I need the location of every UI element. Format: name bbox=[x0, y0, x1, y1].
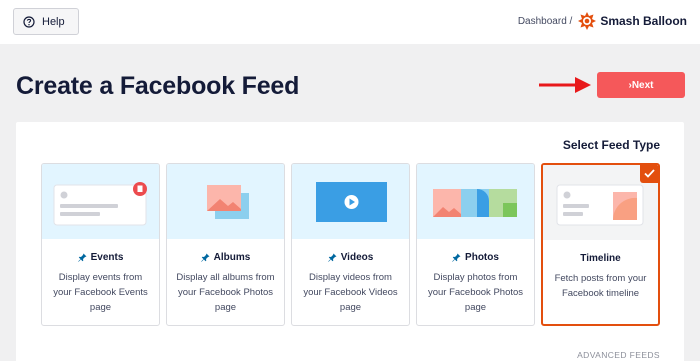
card-label: Videos bbox=[292, 252, 409, 263]
card-label: Timeline bbox=[543, 253, 658, 264]
card-description: Display events from your Facebook Events… bbox=[53, 272, 148, 313]
card-description: Fetch posts from your Facebook timeline bbox=[554, 273, 647, 299]
advanced-feeds-heading: ADVANCED FEEDS bbox=[577, 350, 660, 360]
brand-name: Smash Balloon bbox=[600, 14, 687, 28]
card-description: Display videos from your Facebook Videos… bbox=[303, 272, 398, 313]
events-illustration bbox=[42, 164, 159, 239]
card-description: Display all albums from your Facebook Ph… bbox=[176, 272, 275, 313]
pin-icon bbox=[327, 253, 337, 262]
photos-illustration bbox=[417, 164, 534, 239]
card-label-text: Videos bbox=[340, 252, 374, 263]
card-label-text: Timeline bbox=[580, 253, 621, 264]
card-description: Display photos from your Facebook Photos… bbox=[427, 272, 524, 313]
card-label: Albums bbox=[167, 252, 284, 263]
red-arrow-icon bbox=[539, 77, 591, 93]
feed-type-card-photos[interactable]: Photos Display photos from your Facebook… bbox=[416, 163, 535, 326]
card-label: Events bbox=[42, 252, 159, 263]
albums-illustration bbox=[167, 164, 284, 239]
top-bar: Help Dashboard / Smash Balloon bbox=[0, 0, 700, 44]
pin-icon bbox=[77, 253, 87, 262]
card-label-text: Photos bbox=[465, 252, 499, 263]
breadcrumb: Dashboard / Smash Balloon bbox=[518, 12, 687, 30]
help-button[interactable]: Help bbox=[13, 8, 79, 35]
feed-type-cards: Events Display events from your Facebook… bbox=[41, 163, 660, 326]
section-title: Select Feed Type bbox=[562, 138, 660, 152]
checkmark-icon bbox=[640, 165, 658, 183]
feed-type-panel: Select Feed Type Events Display events f… bbox=[16, 122, 684, 361]
feed-type-card-events[interactable]: Events Display events from your Facebook… bbox=[41, 163, 160, 326]
feed-type-card-timeline[interactable]: Timeline Fetch posts from your Facebook … bbox=[541, 163, 660, 326]
question-circle-icon bbox=[23, 15, 35, 28]
page-title: Create a Facebook Feed bbox=[16, 72, 300, 100]
feed-type-card-albums[interactable]: Albums Display all albums from your Face… bbox=[166, 163, 285, 326]
card-label-text: Albums bbox=[213, 252, 251, 263]
card-label-text: Events bbox=[90, 252, 124, 263]
videos-illustration bbox=[292, 164, 409, 239]
help-label: Help bbox=[42, 15, 65, 28]
card-label: Photos bbox=[417, 252, 534, 263]
feed-type-card-videos[interactable]: Videos Display videos from your Facebook… bbox=[291, 163, 410, 326]
next-button[interactable]: ›Next bbox=[597, 72, 685, 98]
breadcrumb-dashboard[interactable]: Dashboard / bbox=[518, 16, 572, 27]
smash-balloon-logo-icon bbox=[578, 12, 597, 30]
pin-icon bbox=[452, 253, 461, 262]
pin-icon bbox=[200, 253, 210, 262]
